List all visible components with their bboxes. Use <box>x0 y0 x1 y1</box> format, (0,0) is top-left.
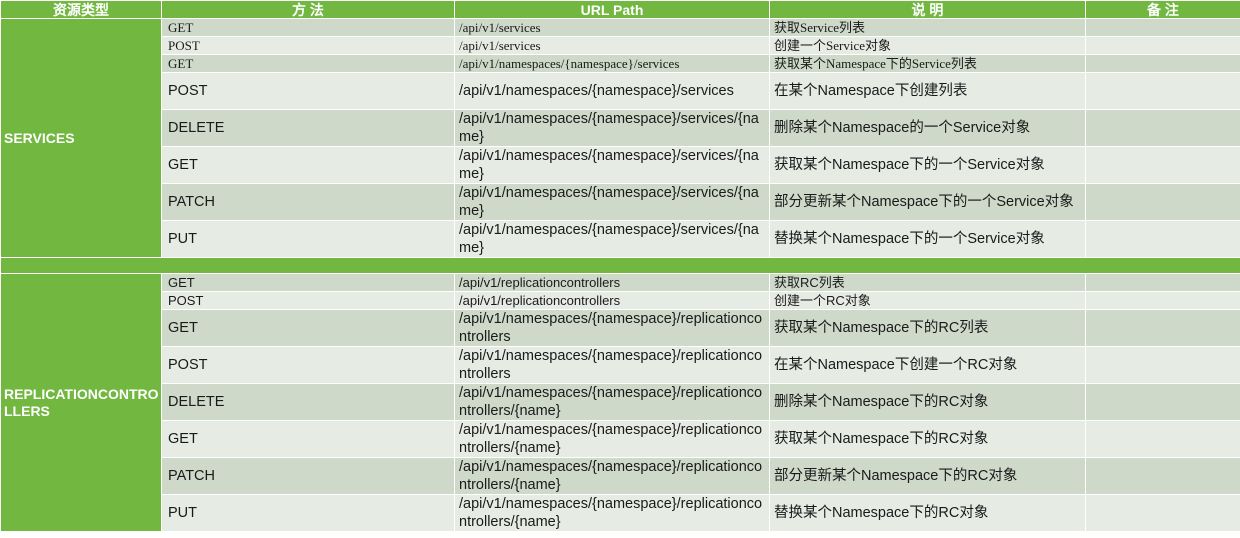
table-row: POST /api/v1/namespaces/{namespace}/serv… <box>1 72 1240 110</box>
group-label-replicationcontrollers: REPLICATIONCONTROLLERS <box>0 273 162 532</box>
url-cell: /api/v1/namespaces/{namespace}/services/… <box>454 183 770 221</box>
table-header: 资源类型 方 法 URL Path 说 明 备 注 <box>0 0 1240 19</box>
remark-cell <box>1085 457 1240 495</box>
method-cell: DELETE <box>161 109 455 147</box>
remark-cell <box>1085 420 1240 458</box>
url-cell: /api/v1/namespaces/{namespace}/replicati… <box>454 494 770 532</box>
description-cell: 删除某个Namespace的一个Service对象 <box>769 109 1086 147</box>
header-resource-type: 资源类型 <box>0 0 162 19</box>
method-cell: POST <box>161 346 455 384</box>
remark-cell <box>1085 36 1240 55</box>
table-body: SERVICES GET /api/v1/services 获取Service列… <box>0 18 1240 532</box>
group-label-services: SERVICES <box>0 18 162 258</box>
description-cell: 获取RC列表 <box>769 273 1086 292</box>
remark-cell <box>1085 309 1240 347</box>
header-description: 说 明 <box>769 0 1086 19</box>
table-row: PATCH /api/v1/namespaces/{namespace}/rep… <box>1 457 1240 495</box>
remark-cell <box>1085 220 1240 258</box>
description-cell: 获取某个Namespace下的Service列表 <box>769 54 1086 73</box>
table-row: DELETE /api/v1/namespaces/{namespace}/re… <box>1 383 1240 421</box>
table-row: GET /api/v1/namespaces/{namespace}/servi… <box>1 146 1240 184</box>
remark-cell <box>1085 383 1240 421</box>
description-cell: 获取Service列表 <box>769 18 1086 37</box>
table-row: PUT /api/v1/namespaces/{namespace}/servi… <box>1 220 1240 258</box>
remark-cell <box>1085 494 1240 532</box>
remark-cell <box>1085 72 1240 110</box>
url-cell: /api/v1/namespaces/{namespace}/replicati… <box>454 383 770 421</box>
remark-cell <box>1085 346 1240 384</box>
method-cell: POST <box>161 291 455 310</box>
method-cell: POST <box>161 36 455 55</box>
method-cell: DELETE <box>161 383 455 421</box>
table-row: PATCH /api/v1/namespaces/{namespace}/ser… <box>1 183 1240 221</box>
table-row: POST /api/v1/namespaces/{namespace}/repl… <box>1 346 1240 384</box>
table-row: POST /api/v1/services 创建一个Service对象 <box>1 36 1240 55</box>
url-cell: /api/v1/namespaces/{namespace}/services/… <box>454 146 770 184</box>
method-cell: PUT <box>161 494 455 532</box>
remark-cell <box>1085 146 1240 184</box>
description-cell: 删除某个Namespace下的RC对象 <box>769 383 1086 421</box>
description-cell: 创建一个RC对象 <box>769 291 1086 310</box>
url-cell: /api/v1/services <box>454 36 770 55</box>
table-row: PUT /api/v1/namespaces/{namespace}/repli… <box>1 494 1240 532</box>
description-cell: 在某个Namespace下创建一个RC对象 <box>769 346 1086 384</box>
table-row: REPLICATIONCONTROLLERS GET /api/v1/repli… <box>0 273 1240 532</box>
table-row: DELETE /api/v1/namespaces/{namespace}/se… <box>1 109 1240 147</box>
description-cell: 获取某个Namespace下的RC对象 <box>769 420 1086 458</box>
url-cell: /api/v1/namespaces/{namespace}/services <box>454 72 770 110</box>
remark-cell <box>1085 18 1240 37</box>
url-cell: /api/v1/services <box>454 18 770 37</box>
header-url-path: URL Path <box>454 0 770 19</box>
url-cell: /api/v1/namespaces/{namespace}/replicati… <box>454 346 770 384</box>
api-reference-table: 资源类型 方 法 URL Path 说 明 备 注 SERVICES GET /… <box>0 0 1240 532</box>
description-cell: 部分更新某个Namespace下的RC对象 <box>769 457 1086 495</box>
method-cell: GET <box>161 54 455 73</box>
url-cell: /api/v1/namespaces/{namespace}/services <box>454 54 770 73</box>
url-cell: /api/v1/namespaces/{namespace}/services/… <box>454 220 770 258</box>
description-cell: 替换某个Namespace下的RC对象 <box>769 494 1086 532</box>
header-method: 方 法 <box>161 0 455 19</box>
remark-cell <box>1085 54 1240 73</box>
table-row: GET /api/v1/namespaces/{namespace}/servi… <box>1 54 1240 73</box>
method-cell: GET <box>161 420 455 458</box>
header-remark: 备 注 <box>1085 0 1240 19</box>
remark-cell <box>1085 109 1240 147</box>
remark-cell <box>1085 273 1240 292</box>
method-cell: GET <box>161 146 455 184</box>
method-cell: GET <box>161 18 455 37</box>
method-cell: GET <box>161 309 455 347</box>
url-cell: /api/v1/namespaces/{namespace}/replicati… <box>454 457 770 495</box>
separator-cell <box>0 257 1240 274</box>
description-cell: 在某个Namespace下创建列表 <box>769 72 1086 110</box>
remark-cell <box>1085 183 1240 221</box>
description-cell: 部分更新某个Namespace下的一个Service对象 <box>769 183 1086 221</box>
description-cell: 获取某个Namespace下的一个Service对象 <box>769 146 1086 184</box>
url-cell: /api/v1/namespaces/{namespace}/services/… <box>454 109 770 147</box>
method-cell: PUT <box>161 220 455 258</box>
table-row: SERVICES GET /api/v1/services 获取Service列… <box>0 18 1240 258</box>
table-row: POST /api/v1/replicationcontrollers 创建一个… <box>1 291 1240 310</box>
method-cell: PATCH <box>161 183 455 221</box>
url-cell: /api/v1/replicationcontrollers <box>454 291 770 310</box>
description-cell: 替换某个Namespace下的一个Service对象 <box>769 220 1086 258</box>
table-row: GET /api/v1/namespaces/{namespace}/repli… <box>1 309 1240 347</box>
url-cell: /api/v1/namespaces/{namespace}/replicati… <box>454 420 770 458</box>
url-cell: /api/v1/replicationcontrollers <box>454 273 770 292</box>
url-cell: /api/v1/namespaces/{namespace}/replicati… <box>454 309 770 347</box>
remark-cell <box>1085 291 1240 310</box>
header-row: 资源类型 方 法 URL Path 说 明 备 注 <box>0 0 1240 19</box>
method-cell: PATCH <box>161 457 455 495</box>
method-cell: GET <box>161 273 455 292</box>
description-cell: 创建一个Service对象 <box>769 36 1086 55</box>
group-separator <box>0 257 1240 274</box>
description-cell: 获取某个Namespace下的RC列表 <box>769 309 1086 347</box>
method-cell: POST <box>161 72 455 110</box>
table-row: GET /api/v1/namespaces/{namespace}/repli… <box>1 420 1240 458</box>
